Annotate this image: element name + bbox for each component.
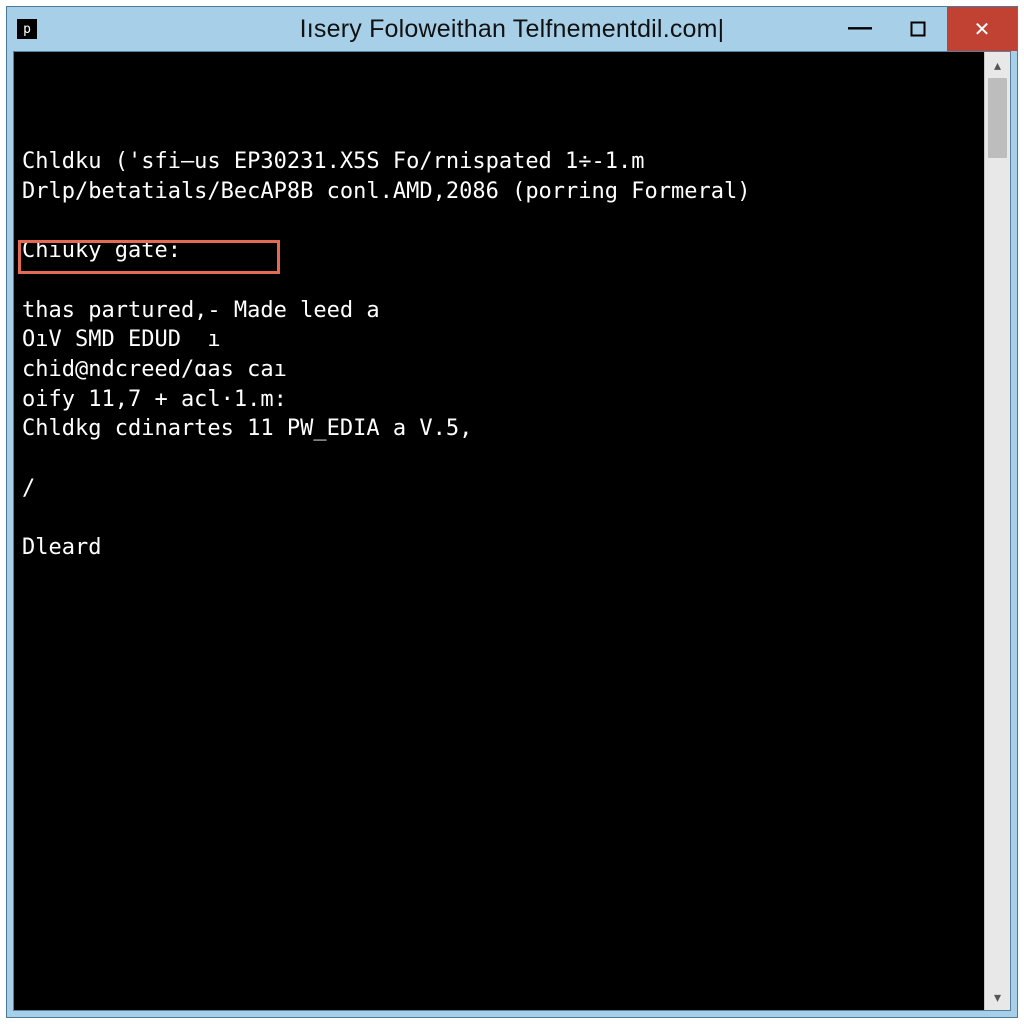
terminal-line: Chıüky gate: <box>22 236 976 266</box>
terminal-line: thas partured,- Made leed a <box>22 296 976 326</box>
minus-icon: — <box>848 14 872 42</box>
terminal-line <box>22 503 976 533</box>
terminal-line: Drlp/betatials/BecAP8B conl.AMD,2086 (po… <box>22 177 976 207</box>
x-icon: ✕ <box>974 17 991 42</box>
terminal-line: OıV SMD EDUD ı <box>22 325 976 355</box>
titlebar[interactable]: p Iısery Foloweithan Telfnementdil.com| … <box>7 7 1017 51</box>
terminal-output[interactable]: Chldku ('sfi—us EP30231.X5S Fo/rnispated… <box>14 52 984 1010</box>
close-button[interactable]: ✕ <box>947 7 1017 51</box>
terminal-line <box>22 266 976 296</box>
terminal-line <box>22 206 976 236</box>
scrollbar-track[interactable] <box>985 78 1010 984</box>
client-area: Chldku ('sfi—us EP30231.X5S Fo/rnispated… <box>13 51 1011 1011</box>
terminal-line: / <box>22 474 976 504</box>
vertical-scrollbar[interactable]: ▴ ▾ <box>984 52 1010 1010</box>
terminal-line: chid@ndcreed/ɑas caı <box>22 355 976 385</box>
scrollbar-thumb[interactable] <box>988 78 1007 158</box>
app-icon-glyph: p <box>23 23 31 36</box>
chevron-down-icon: ▾ <box>994 989 1001 1006</box>
scroll-down-button[interactable]: ▾ <box>985 984 1010 1010</box>
terminal-line: Chldku ('sfi—us EP30231.X5S Fo/rnispated… <box>22 147 976 177</box>
maximize-button[interactable] <box>889 7 947 51</box>
window-controls: — ✕ <box>831 7 1017 51</box>
terminal-line: Dleard <box>22 533 976 563</box>
scroll-up-button[interactable]: ▴ <box>985 52 1010 78</box>
square-icon <box>910 21 926 37</box>
application-window: p Iısery Foloweithan Telfnementdil.com| … <box>6 6 1018 1018</box>
terminal-line: Chldkg cdinartes 11 PW_EDIA a V.5, <box>22 414 976 444</box>
terminal-line: oify 11,7 + acl·1.m: <box>22 385 976 415</box>
minimize-button[interactable]: — <box>831 7 889 51</box>
terminal-line <box>22 444 976 474</box>
app-icon: p <box>17 19 37 39</box>
chevron-up-icon: ▴ <box>994 57 1001 74</box>
